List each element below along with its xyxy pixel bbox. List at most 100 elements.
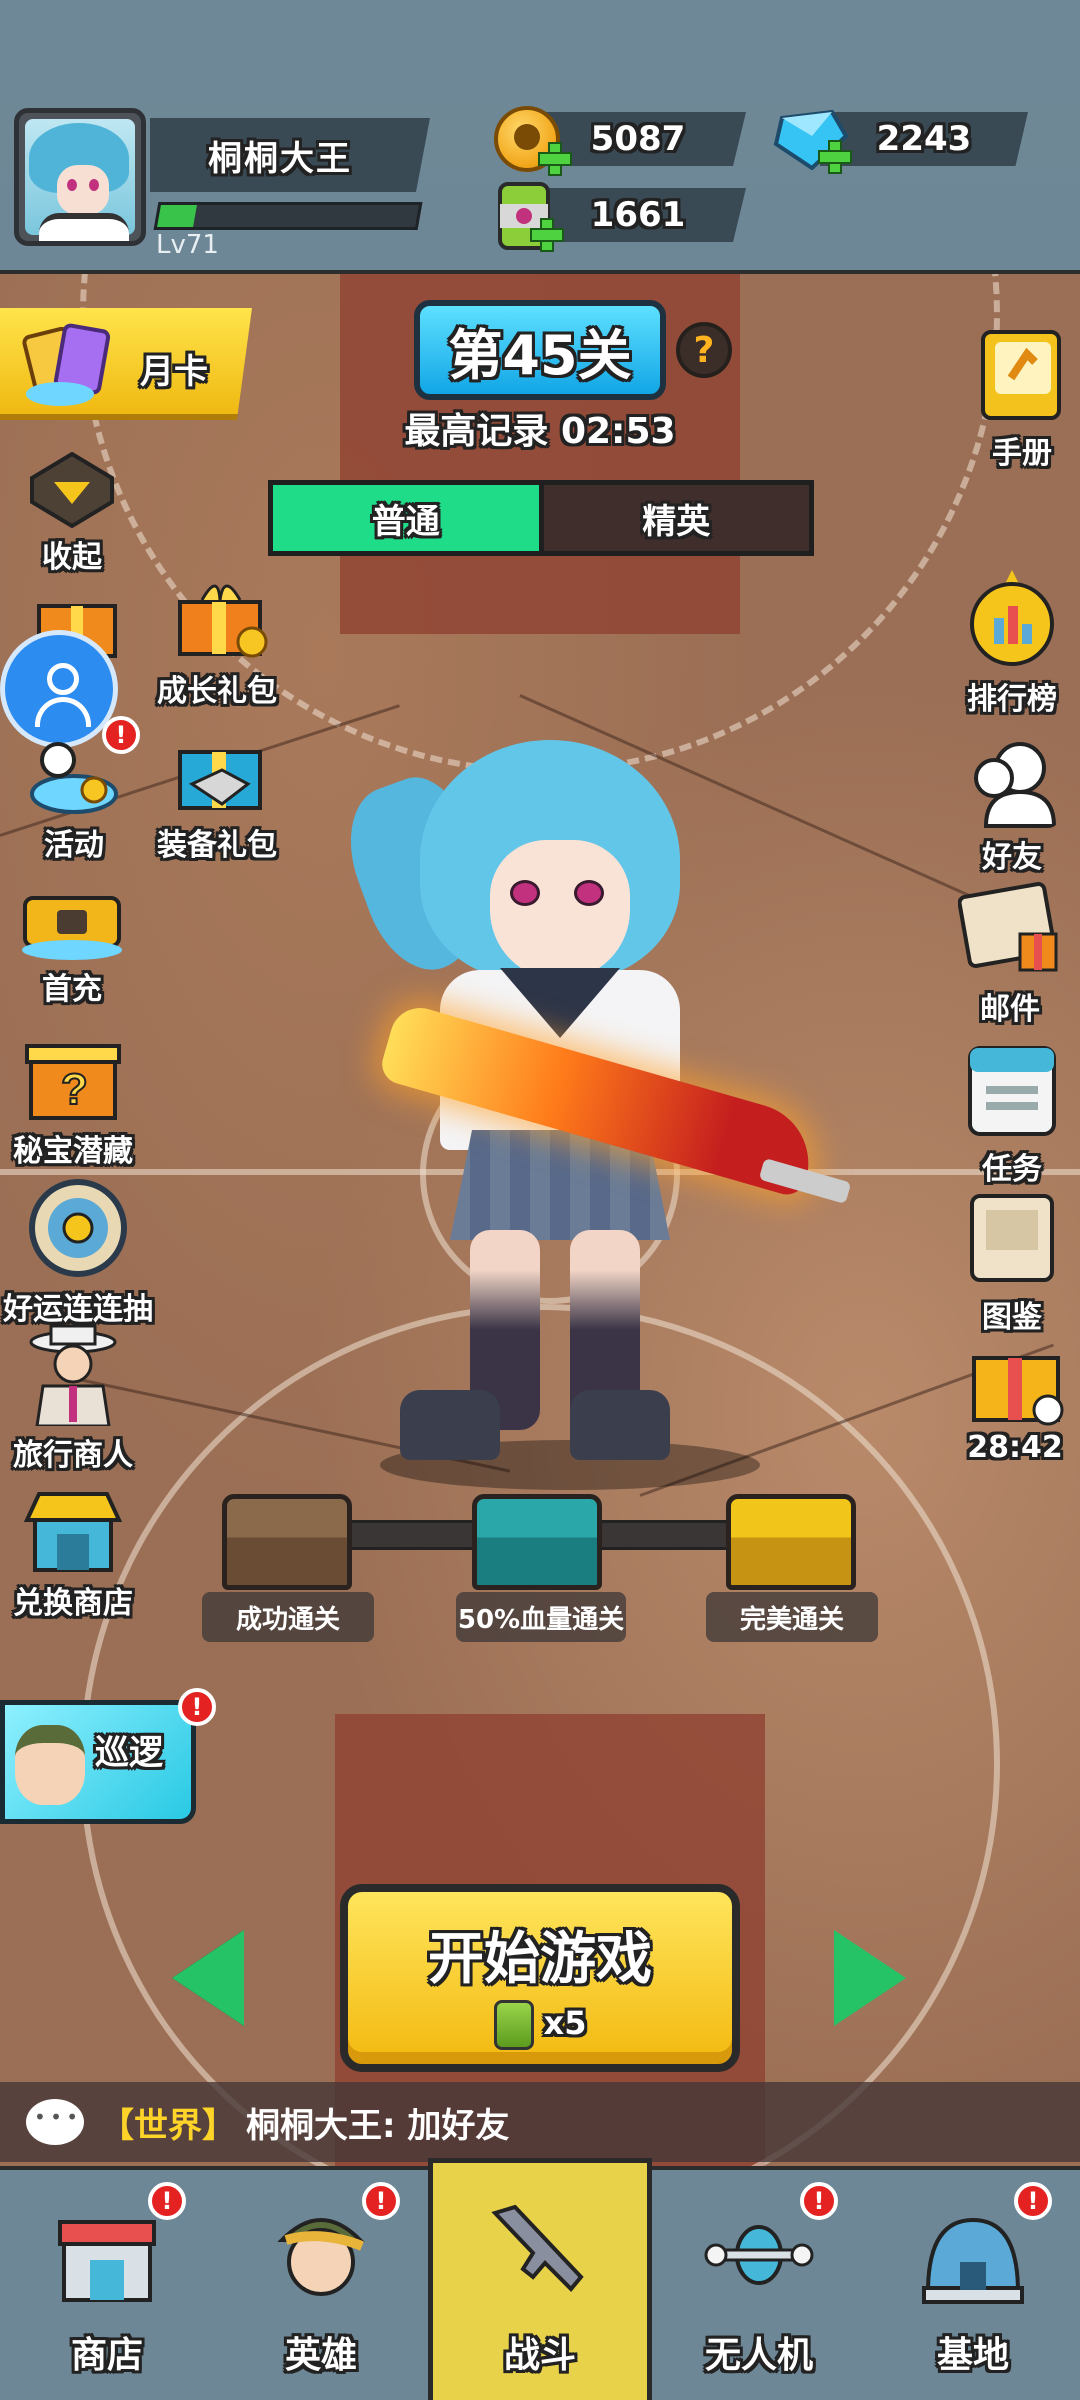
patrol-label: 巡逻 (95, 1733, 163, 1773)
merchant-icon (29, 1324, 117, 1428)
player-avatar[interactable] (14, 108, 146, 246)
add-gem-plus-icon[interactable] (818, 140, 852, 174)
hero-icon (277, 2218, 365, 2296)
chest-half-hp-label: 50%血量通关 (456, 1592, 626, 1642)
chest-half-hp[interactable] (472, 1494, 602, 1590)
collapse-label: 收起 (42, 540, 102, 575)
mail-button[interactable]: 邮件 (950, 880, 1070, 1028)
base-dome-icon (922, 2217, 1024, 2304)
collection-button[interactable]: 图鉴 (952, 1188, 1072, 1336)
nav-drone-label: 无人机 (704, 2335, 813, 2376)
chat-bubble-icon (26, 2099, 84, 2145)
leaderboard-button[interactable]: 排行榜 (952, 566, 1072, 718)
tab-normal[interactable]: 普通 (273, 485, 544, 551)
timed-gift-button[interactable]: 28:42 (952, 1330, 1078, 1465)
chat-channel: 【世界】 (100, 2105, 236, 2146)
help-button[interactable]: ? (676, 322, 732, 378)
nav-drone[interactable]: ! 无人机 (652, 2170, 866, 2400)
exchange-shop-button[interactable]: 兑换商店 (0, 1484, 146, 1622)
top-header: 桐桐大王 Lv71 5087 2243 1661 (0, 0, 1080, 270)
chest-perfect[interactable] (726, 1494, 856, 1590)
player-level: Lv71 (156, 230, 219, 260)
merchant-button[interactable]: 旅行商人 (0, 1322, 146, 1474)
handbook-icon (981, 330, 1061, 420)
hero-character (331, 700, 852, 1500)
equipment-pack-label: 装备礼包 (157, 828, 277, 863)
nav-heroes-label: 英雄 (284, 2335, 357, 2376)
drone-alert-badge: ! (800, 2182, 838, 2220)
mail-icon (957, 882, 1058, 972)
treasure-chest-icon (22, 896, 122, 960)
first-topup-button[interactable]: 首充 (12, 880, 132, 1008)
previous-stage-arrow[interactable] (172, 1930, 244, 2026)
trophy-icon (970, 570, 1054, 666)
equipment-gift-icon (178, 750, 262, 810)
energy-cost-icon (493, 2000, 534, 2050)
heroes-alert-badge: ! (362, 2182, 400, 2220)
collection-book-icon (970, 1194, 1054, 1282)
best-record: 最高记录 02:53 (404, 411, 676, 452)
monthly-card-label: 月卡 (140, 352, 208, 392)
card-fan-icon (22, 323, 111, 406)
nav-base[interactable]: ! 基地 (866, 2170, 1080, 2400)
equipment-pack-button[interactable]: 装备礼包 (142, 724, 292, 864)
events-label: 活动 (44, 828, 104, 863)
mystery-box-icon: ? (25, 1044, 121, 1120)
exchange-shop-label: 兑换商店 (13, 1586, 133, 1621)
wheel-icon (29, 1179, 127, 1277)
monthly-card-button[interactable]: 月卡 (0, 308, 252, 420)
patrol-hero-icon (15, 1725, 85, 1805)
treasure-label: 秘宝潜藏 (13, 1134, 133, 1169)
patrol-alert-badge: ! (178, 1688, 216, 1726)
shop-icon (58, 2220, 156, 2302)
shop-stall-icon (23, 1492, 123, 1572)
first-topup-label: 首充 (42, 972, 102, 1007)
next-stage-arrow[interactable] (834, 1930, 906, 2026)
start-game-button[interactable]: 开始游戏 x5 (340, 1884, 740, 2072)
collapse-button[interactable]: 收起 (16, 451, 128, 576)
player-name: 桐桐大王 (150, 118, 430, 192)
tasks-label: 任务 (982, 1152, 1042, 1187)
timed-gift-timer: 28:42 (967, 1430, 1063, 1465)
tasks-button[interactable]: 任务 (952, 1036, 1072, 1188)
friends-icon (974, 742, 1057, 828)
handbook-label: 手册 (992, 436, 1052, 471)
treasure-button[interactable]: ? 秘宝潜藏 (0, 1024, 146, 1170)
xp-fill (157, 205, 198, 227)
lucky-draw-button[interactable]: 好运连连抽 (0, 1176, 156, 1328)
drone-icon (704, 2225, 814, 2285)
mail-label: 邮件 (980, 992, 1040, 1027)
nav-battle-label: 战斗 (503, 2335, 576, 2376)
stage-title[interactable]: 第45关 (414, 300, 666, 400)
world-chat-bar[interactable]: 【世界】 桐桐大王: 加好友 (0, 2082, 1080, 2162)
base-alert-badge: ! (1014, 2182, 1052, 2220)
add-energy-plus-icon[interactable] (530, 218, 564, 252)
svg-text:?: ? (61, 1065, 88, 1114)
nav-shop[interactable]: ! 商店 (0, 2170, 214, 2400)
start-game-label: 开始游戏 (428, 1927, 652, 1992)
difficulty-tabs: 普通 精英 (268, 480, 814, 556)
chat-message: 桐桐大王: 加好友 (246, 2105, 510, 2146)
nav-battle[interactable]: 战斗 (428, 2158, 652, 2400)
patrol-button[interactable]: 巡逻 (0, 1700, 196, 1824)
nav-shop-label: 商店 (70, 2335, 143, 2376)
leaderboard-label: 排行榜 (967, 682, 1057, 717)
rifle-icon (491, 2204, 584, 2292)
handbook-button[interactable]: 手册 (966, 328, 1078, 472)
collapse-icon (30, 451, 114, 529)
bottom-nav: ! 商店 ! 英雄 战斗 ! 无人机 ! 基地 (0, 2158, 1080, 2400)
nav-base-label: 基地 (936, 2335, 1009, 2376)
chest-perfect-label: 完美通关 (706, 1592, 878, 1642)
growth-pack-label: 成长礼包 (157, 674, 277, 709)
friends-button[interactable]: 好友 (952, 738, 1072, 876)
add-gold-plus-icon[interactable] (538, 142, 572, 176)
energy-cost: x5 (543, 2004, 587, 2042)
task-calendar-icon (968, 1046, 1056, 1136)
merchant-label: 旅行商人 (13, 1438, 133, 1473)
nav-heroes[interactable]: ! 英雄 (214, 2170, 428, 2400)
chest-clear[interactable] (222, 1494, 352, 1590)
growth-pack-button[interactable]: 成长礼包 (142, 572, 292, 710)
friends-label: 好友 (982, 840, 1042, 875)
tab-elite[interactable]: 精英 (544, 485, 810, 551)
timed-gift-icon (972, 1356, 1064, 1426)
